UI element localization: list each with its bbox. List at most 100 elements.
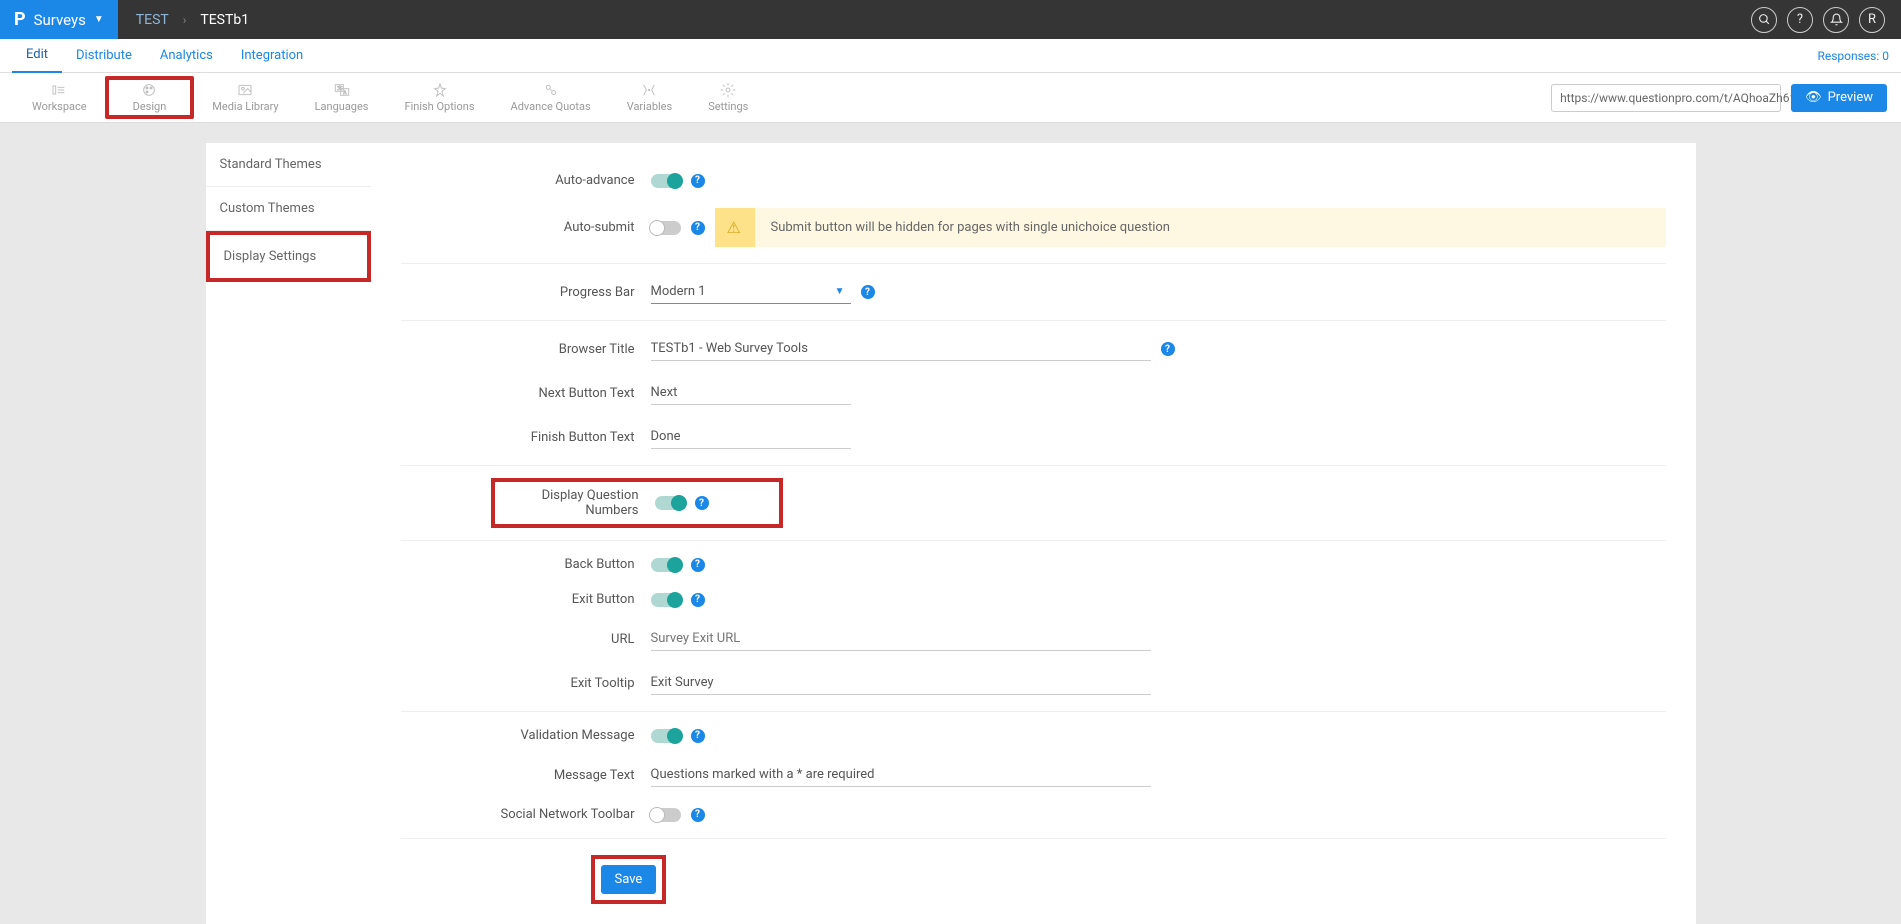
tool-label: Languages bbox=[315, 100, 369, 113]
label-url: URL bbox=[401, 632, 651, 647]
search-icon[interactable] bbox=[1751, 7, 1777, 33]
design-sidebar: Standard Themes Custom Themes Display Se… bbox=[206, 143, 371, 924]
tool-label: Workspace bbox=[32, 100, 87, 113]
toggle-exit-button[interactable] bbox=[651, 593, 681, 607]
user-avatar[interactable]: R bbox=[1859, 7, 1885, 33]
tab-edit[interactable]: Edit bbox=[12, 39, 62, 73]
survey-url-text: https://www.questionpro.com/t/AQhoaZh6 bbox=[1560, 91, 1789, 105]
divider bbox=[401, 263, 1666, 264]
label-finish-button: Finish Button Text bbox=[401, 430, 651, 445]
row-back-button: Back Button ? bbox=[401, 547, 1666, 582]
help-icon[interactable]: ? bbox=[691, 558, 705, 572]
label-social-toolbar: Social Network Toolbar bbox=[401, 807, 651, 822]
input-exit-tooltip[interactable] bbox=[651, 671, 1151, 695]
divider bbox=[401, 540, 1666, 541]
input-message-text[interactable] bbox=[651, 763, 1151, 787]
label-auto-submit: Auto-submit bbox=[401, 220, 651, 235]
tool-label: Settings bbox=[708, 100, 748, 113]
bell-icon[interactable] bbox=[1823, 7, 1849, 33]
chevron-right-icon: › bbox=[183, 13, 187, 27]
label-message-text: Message Text bbox=[401, 768, 651, 783]
input-next-button[interactable] bbox=[651, 381, 851, 405]
toggle-auto-advance[interactable] bbox=[651, 174, 681, 188]
label-progress-bar: Progress Bar bbox=[401, 285, 651, 300]
help-icon[interactable]: ? bbox=[1161, 342, 1175, 356]
row-exit-tooltip: Exit Tooltip bbox=[401, 661, 1666, 705]
tool-languages[interactable]: 文A Languages bbox=[297, 78, 387, 117]
brand-label: Surveys bbox=[34, 11, 86, 29]
caret-down-icon: ▼ bbox=[94, 14, 104, 25]
tab-distribute[interactable]: Distribute bbox=[62, 39, 146, 73]
label-browser-title: Browser Title bbox=[401, 342, 651, 357]
row-auto-advance: Auto-advance ? bbox=[401, 163, 1666, 198]
topbar: P Surveys ▼ TEST › TESTb1 ? R bbox=[0, 0, 1901, 39]
divider bbox=[401, 711, 1666, 712]
preview-label: Preview bbox=[1828, 90, 1873, 105]
label-validation: Validation Message bbox=[401, 728, 651, 743]
tool-workspace[interactable]: Workspace bbox=[14, 78, 105, 117]
divider bbox=[401, 320, 1666, 321]
survey-url-box[interactable]: https://www.questionpro.com/t/AQhoaZh6 ✎ bbox=[1551, 84, 1781, 112]
row-message-text: Message Text bbox=[401, 753, 1666, 797]
tool-variables[interactable]: Variables bbox=[609, 78, 691, 117]
svg-text:A: A bbox=[343, 90, 346, 96]
preview-button[interactable]: 👁 Preview bbox=[1791, 84, 1887, 112]
toggle-validation[interactable] bbox=[651, 729, 681, 743]
responses-count[interactable]: Responses: 0 bbox=[1817, 49, 1889, 63]
sidebar-item-custom-themes[interactable]: Custom Themes bbox=[206, 187, 371, 231]
row-browser-title: Browser Title ? bbox=[401, 327, 1666, 371]
eye-icon: 👁 bbox=[1805, 90, 1822, 105]
main-tabs: Edit Distribute Analytics Integration Re… bbox=[0, 39, 1901, 73]
divider bbox=[401, 838, 1666, 839]
label-next-button: Next Button Text bbox=[401, 386, 651, 401]
tool-advance-quotas[interactable]: Advance Quotas bbox=[493, 78, 609, 117]
input-finish-button[interactable] bbox=[651, 425, 851, 449]
row-auto-submit: Auto-submit ? Submit button will be hidd… bbox=[401, 198, 1666, 257]
svg-text:文: 文 bbox=[337, 84, 342, 91]
toggle-back-button[interactable] bbox=[651, 558, 681, 572]
row-social-toolbar: Social Network Toolbar ? bbox=[401, 797, 1666, 832]
help-icon[interactable]: ? bbox=[691, 174, 705, 188]
help-icon[interactable]: ? bbox=[691, 729, 705, 743]
label-back-button: Back Button bbox=[401, 557, 651, 572]
row-question-numbers: Display Question Numbers ? bbox=[491, 478, 783, 528]
tab-integration[interactable]: Integration bbox=[227, 39, 317, 73]
help-icon[interactable]: ? bbox=[691, 808, 705, 822]
breadcrumb: TEST › TESTb1 bbox=[118, 12, 267, 28]
sidebar-item-standard-themes[interactable]: Standard Themes bbox=[206, 143, 371, 187]
input-browser-title[interactable] bbox=[651, 337, 1151, 361]
warning-message: Submit button will be hidden for pages w… bbox=[715, 208, 1666, 247]
tool-finish-options[interactable]: Finish Options bbox=[387, 78, 493, 117]
tab-analytics[interactable]: Analytics bbox=[146, 39, 227, 73]
save-wrap: Save bbox=[591, 855, 667, 904]
sidebar-item-display-settings[interactable]: Display Settings bbox=[206, 231, 371, 282]
input-exit-url[interactable] bbox=[651, 627, 1151, 651]
help-icon[interactable]: ? bbox=[691, 593, 705, 607]
help-icon[interactable]: ? bbox=[861, 285, 875, 299]
help-icon[interactable]: ? bbox=[691, 221, 705, 235]
toggle-social-toolbar[interactable] bbox=[651, 808, 681, 822]
select-progress-bar[interactable] bbox=[651, 280, 851, 304]
label-auto-advance: Auto-advance bbox=[401, 173, 651, 188]
breadcrumb-parent[interactable]: TEST bbox=[136, 12, 169, 28]
brand-menu[interactable]: P Surveys ▼ bbox=[0, 0, 118, 39]
toggle-question-numbers[interactable] bbox=[655, 496, 685, 510]
tool-settings[interactable]: Settings bbox=[690, 78, 766, 117]
save-button[interactable]: Save bbox=[601, 865, 657, 894]
tool-media-library[interactable]: Media Library bbox=[194, 78, 296, 117]
toggle-auto-submit[interactable] bbox=[651, 221, 681, 235]
row-url: URL bbox=[401, 617, 1666, 661]
help-icon[interactable]: ? bbox=[695, 496, 709, 510]
tool-design[interactable]: Design bbox=[105, 76, 195, 119]
brand-logo-icon: P bbox=[14, 9, 26, 30]
settings-content: Auto-advance ? Auto-submit ? Submit butt… bbox=[371, 143, 1696, 924]
label-exit-tooltip: Exit Tooltip bbox=[401, 676, 651, 691]
tool-label: Design bbox=[133, 100, 167, 113]
help-icon[interactable]: ? bbox=[1787, 7, 1813, 33]
row-validation: Validation Message ? bbox=[401, 718, 1666, 753]
row-finish-button: Finish Button Text bbox=[401, 415, 1666, 459]
tool-label: Variables bbox=[627, 100, 673, 113]
main-panel: Standard Themes Custom Themes Display Se… bbox=[206, 143, 1696, 924]
tool-label: Advance Quotas bbox=[511, 100, 591, 113]
row-exit-button: Exit Button ? bbox=[401, 582, 1666, 617]
